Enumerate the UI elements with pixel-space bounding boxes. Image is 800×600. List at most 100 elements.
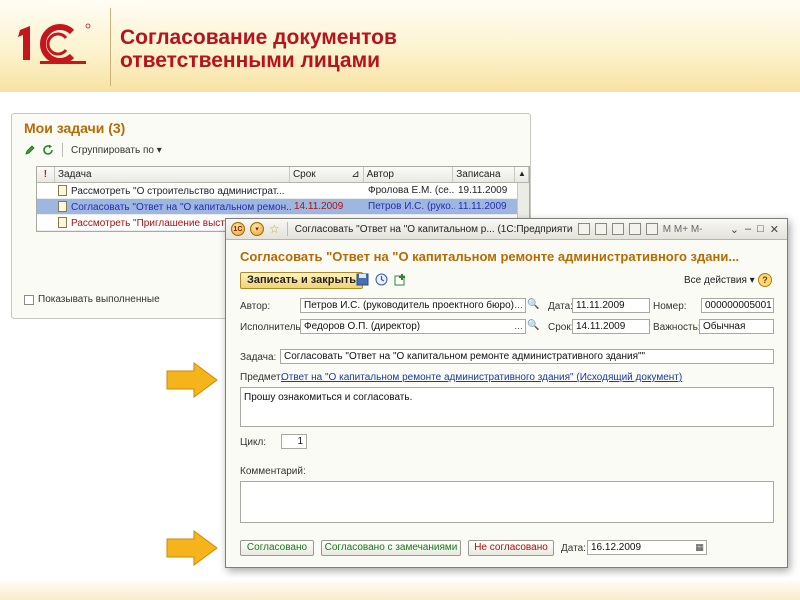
add-subtask-icon[interactable]	[394, 273, 407, 286]
favorite-star-icon[interactable]: ☆	[269, 222, 280, 236]
help-icon[interactable]: ?	[758, 273, 772, 287]
group-by-label: Сгруппировать по	[71, 144, 154, 156]
executor-value: Федоров О.П. (директор)	[304, 321, 421, 332]
show-completed-toggle[interactable]: Показывать выполненные	[24, 294, 160, 305]
slide-title-line-2: ответственными лицами	[120, 49, 381, 72]
result-date-field[interactable]: 16.12.2009 ▦	[587, 540, 707, 555]
print-icon[interactable]	[611, 223, 624, 235]
approved-with-remarks-button[interactable]: Согласовано с замечаниями	[321, 540, 461, 556]
column-task[interactable]: Задача	[55, 167, 290, 182]
slide-header: Согласование документов ответственными л…	[0, 0, 800, 92]
document-icon	[58, 201, 67, 212]
number-label: Номер:	[653, 301, 687, 312]
number-field[interactable]: 000000005001	[701, 298, 774, 313]
comment-area[interactable]	[240, 481, 774, 523]
search-icon[interactable]: 🔍	[527, 298, 539, 313]
cycle-field: 1	[281, 434, 307, 449]
column-due[interactable]: Срок ⊿	[290, 167, 364, 182]
row-due: 14.11.2009	[294, 201, 344, 212]
memory-buttons[interactable]: M M+ M-	[663, 224, 703, 235]
maximize-icon[interactable]: □	[757, 223, 764, 236]
all-actions-label: Все действия	[684, 275, 747, 286]
table-row[interactable]: Рассмотреть "О строительство администрат…	[37, 183, 529, 199]
show-completed-checkbox[interactable]	[24, 294, 34, 305]
group-by-button[interactable]: Сгруппировать по ▾	[71, 145, 162, 156]
header-divider	[110, 8, 111, 86]
date-field[interactable]: 11.11.2009	[572, 298, 650, 313]
history-clock-icon[interactable]	[375, 273, 388, 286]
scroll-up-icon[interactable]: ▲	[515, 167, 529, 182]
pointer-arrow-icon	[166, 530, 218, 566]
due-label: Срок:	[548, 322, 574, 333]
calculator-icon[interactable]	[645, 223, 658, 235]
row-flag	[37, 215, 55, 230]
slide-title: Согласование документов ответственными л…	[120, 26, 540, 72]
row-recorded: 11.11.2009	[458, 201, 507, 212]
row-task: Рассмотреть "О строительство администрат…	[55, 183, 291, 198]
subject-document-link[interactable]: Ответ на "О капитальном ремонте админист…	[281, 372, 682, 383]
task-label: Задача:	[240, 352, 277, 363]
chevron-down-icon[interactable]: ⌄	[730, 223, 739, 236]
edit-pencil-icon[interactable]	[24, 144, 36, 156]
approval-form-window: 1С ▾ ☆ Согласовать "Ответ на "О капиталь…	[225, 218, 788, 568]
author-value: Петров И.С. (руководитель проектного бюр…	[304, 300, 514, 311]
window-controls: ⌄ – □ ✕	[730, 223, 787, 236]
toolbar-separator	[62, 143, 63, 157]
1c-logo-icon	[18, 23, 91, 64]
row-author: Фролова Е.М. (се...	[368, 185, 455, 196]
dropdown-arrow-icon: ▾	[156, 144, 162, 156]
row-flag	[37, 199, 55, 214]
row-task: Согласовать "Ответ на "О капитальном рем…	[55, 199, 291, 214]
task-field[interactable]: Согласовать "Ответ на "О капитальном рем…	[280, 349, 774, 364]
executor-field[interactable]: Федоров О.П. (директор) …	[300, 319, 526, 334]
executor-label: Исполнитель:	[240, 322, 304, 333]
row-task-text: Рассмотреть "О строительство администрат…	[71, 186, 285, 197]
close-icon[interactable]: ✕	[770, 223, 779, 236]
minimize-icon[interactable]: –	[745, 223, 751, 236]
search-icon[interactable]: 🔍	[527, 319, 539, 334]
row-task-text: Рассмотреть "Приглашение выступи	[71, 218, 241, 229]
author-label: Автор:	[240, 301, 271, 312]
calendar-picker-icon[interactable]: ▦	[694, 542, 705, 553]
column-due-label: Срок	[292, 169, 316, 180]
due-field[interactable]: 14.11.2009	[572, 319, 650, 334]
refresh-icon[interactable]	[42, 144, 54, 156]
column-importance[interactable]: !	[37, 167, 55, 182]
tasks-title: Мои задачи (3)	[24, 120, 126, 136]
result-date-label: Дата:	[561, 543, 586, 554]
result-date-value: 16.12.2009	[591, 542, 642, 553]
titlebar-separator	[286, 222, 288, 236]
cycle-label: Цикл:	[240, 437, 267, 448]
pointer-arrow-icon	[166, 362, 218, 398]
table-row-selected[interactable]: Согласовать "Ответ на "О капитальном рем…	[37, 199, 529, 215]
sort-icon: ⊿	[351, 169, 360, 180]
1c-menu-icon[interactable]: 1С	[231, 222, 245, 236]
column-recorded[interactable]: Записана	[453, 167, 516, 182]
row-due	[291, 183, 365, 198]
tasks-toolbar: Сгруппировать по ▾	[24, 142, 162, 158]
dropdown-arrow-icon: ▾	[749, 275, 755, 286]
window-caption: Согласовать "Ответ на "О капитальном р..…	[294, 223, 573, 235]
calendar-icon[interactable]	[628, 223, 641, 235]
row-flag	[37, 183, 55, 198]
save-and-close-button[interactable]: Записать и закрыть	[240, 272, 364, 289]
task-description-area[interactable]: Прошу ознакомиться и согласовать.	[240, 387, 774, 427]
select-ellipsis-icon[interactable]: …	[513, 321, 524, 332]
all-actions-menu[interactable]: Все действия ▾	[684, 275, 755, 286]
row-author: Петров И.С. (руко...	[368, 201, 455, 212]
importance-label: Важность:	[653, 322, 701, 333]
comment-label: Комментарий:	[240, 466, 306, 477]
document-icon	[58, 217, 67, 228]
save-icon[interactable]	[356, 273, 369, 286]
form-heading: Согласовать "Ответ на "О капитальном рем…	[240, 249, 740, 264]
save-window-icon[interactable]	[594, 223, 607, 235]
approved-button[interactable]: Согласовано	[240, 540, 314, 556]
home-icon[interactable]	[577, 223, 590, 235]
window-menu-icon[interactable]: ▾	[250, 222, 264, 236]
author-field[interactable]: Петров И.С. (руководитель проектного бюр…	[300, 298, 526, 313]
importance-field[interactable]: Обычная	[699, 319, 774, 334]
column-author[interactable]: Автор	[364, 167, 454, 182]
select-ellipsis-icon[interactable]: …	[513, 300, 524, 311]
not-approved-button[interactable]: Не согласовано	[468, 540, 554, 556]
window-titlebar: 1С ▾ ☆ Согласовать "Ответ на "О капиталь…	[226, 219, 787, 240]
